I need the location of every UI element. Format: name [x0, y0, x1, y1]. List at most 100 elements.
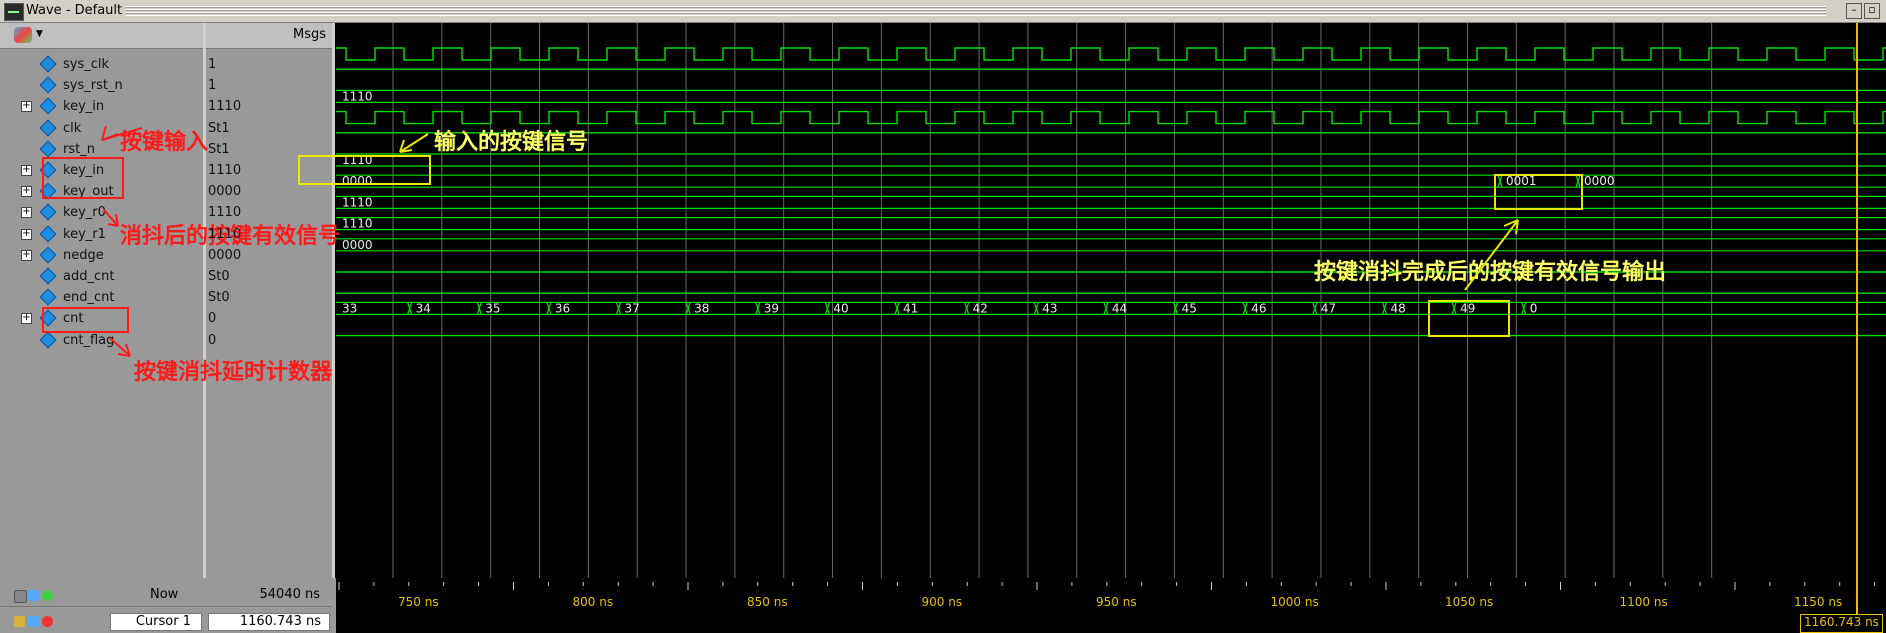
signal-value-row[interactable]: 0000 — [208, 245, 328, 266]
expand-icon[interactable]: + — [21, 249, 32, 261]
signal-value: 1110 — [208, 226, 242, 242]
cnt-bus-label: 41 — [903, 301, 918, 315]
edit-cursor-icon[interactable] — [28, 616, 39, 627]
signal-name: end_cnt — [63, 290, 115, 306]
signal-value-row[interactable]: 1 — [208, 54, 328, 75]
signal-value-row[interactable]: St0 — [208, 266, 328, 287]
minimize-icon[interactable]: – — [1846, 3, 1862, 19]
key-in-top-bus-label: 1110 — [342, 89, 373, 103]
cnt-bus-label: 38 — [694, 301, 709, 315]
signal-value: 1110 — [208, 205, 242, 221]
signal-value-row[interactable]: St1 — [208, 118, 328, 139]
ruler-tick-label: 1100 ns — [1620, 595, 1668, 609]
signal-value-row[interactable]: 1110 — [208, 96, 328, 117]
now-value: 54040 ns — [259, 587, 321, 602]
signal-name: clk — [63, 120, 82, 136]
ruler-tick-label: 750 ns — [398, 595, 439, 609]
signal-group-icon[interactable] — [14, 27, 32, 43]
lock-icon[interactable] — [14, 616, 25, 627]
signal-value-row[interactable]: 0 — [208, 308, 328, 329]
pane-divider[interactable] — [203, 23, 206, 633]
signal-name: key_in — [63, 99, 105, 115]
signal-value-row[interactable]: St1 — [208, 139, 328, 160]
cnt-bus-label: 36 — [555, 301, 570, 315]
highlight-box-cnt-49 — [1428, 300, 1510, 337]
signal-value-row[interactable]: 0000 — [208, 181, 328, 202]
expand-icon[interactable]: + — [21, 165, 32, 176]
zoom-icon[interactable] — [14, 590, 27, 603]
ruler-tick-label: 900 ns — [922, 595, 963, 609]
signal-diamond-icon — [39, 203, 57, 221]
restore-icon[interactable]: ▫ — [1864, 3, 1880, 19]
signal-row[interactable]: add_cnt — [0, 266, 203, 287]
name-pane-header: ▼ — [0, 23, 203, 49]
signal-name: key_r0 — [63, 205, 106, 221]
pane-divider[interactable] — [332, 23, 335, 633]
clk-wave — [336, 110, 1886, 125]
window-title: Wave - Default — [26, 3, 123, 18]
cnt-bus-label: 40 — [833, 301, 848, 315]
waveform-area[interactable]: 1110 1110 0000 0001 0000 1110 1110 0000 33 34 35 36… — [336, 23, 1886, 578]
nedge-bus-label: 0000 — [342, 238, 373, 252]
signal-value: 1110 — [208, 99, 242, 115]
sys-clk-wave — [336, 47, 1886, 61]
delete-cursor-icon[interactable] — [42, 616, 53, 627]
timeline-canvas[interactable]: 750 ns 800 ns 850 ns 900 ns 950 ns 1000 ns 105… — [336, 578, 1886, 633]
signal-value-row[interactable]: 1110 — [208, 202, 328, 223]
titlebar-grip[interactable] — [126, 6, 1826, 16]
cursor-value[interactable]: 1160.743 ns — [208, 613, 330, 631]
dropdown-arrow-icon[interactable]: ▼ — [36, 29, 43, 39]
signal-diamond-icon — [39, 119, 57, 137]
cnt-bus-label: 47 — [1321, 301, 1336, 315]
signal-value-row[interactable]: 0 — [208, 330, 328, 351]
cnt-bus-label: 34 — [416, 301, 431, 315]
waveform-canvas[interactable]: 111011100000 0001 000011101110000033 34 35 36… — [336, 23, 1886, 578]
highlight-box-key-out-pulse — [1494, 174, 1583, 210]
signal-value: St0 — [208, 290, 230, 306]
signal-diamond-icon — [39, 140, 57, 158]
grid-icon[interactable] — [28, 590, 39, 601]
add-cursor-icon[interactable] — [42, 590, 53, 601]
cnt-bus-label: 35 — [485, 301, 500, 315]
signal-value-row[interactable]: St0 — [208, 287, 328, 308]
signal-value: 0000 — [208, 247, 242, 263]
expand-icon[interactable]: + — [21, 101, 32, 113]
signal-row[interactable]: sys_rst_n — [0, 75, 203, 96]
expand-icon[interactable]: + — [21, 228, 32, 240]
key-out-bus-label: 0000 — [1584, 174, 1615, 188]
signal-value-row[interactable]: 1 — [208, 75, 328, 96]
signal-row[interactable]: sys_clk — [0, 54, 203, 75]
signal-diamond-icon — [39, 288, 57, 306]
ruler-tick-label: 1050 ns — [1445, 595, 1493, 609]
signal-diamond-icon — [39, 97, 57, 115]
signal-value: St1 — [208, 120, 230, 136]
cnt-bus-label: 45 — [1182, 301, 1197, 315]
signal-value: 1 — [208, 78, 217, 94]
signal-value: 0000 — [208, 184, 242, 200]
signal-diamond-icon — [39, 225, 57, 243]
signal-name: key_r1 — [63, 226, 106, 242]
expand-icon[interactable]: + — [21, 313, 32, 325]
signal-name: rst_n — [63, 141, 95, 157]
signal-value-row[interactable]: 1110 — [208, 224, 328, 245]
signal-name: cnt_flag — [63, 332, 115, 348]
signal-value-row[interactable]: 1110 — [208, 160, 328, 181]
signal-diamond-icon — [39, 246, 57, 264]
signal-diamond-icon — [39, 267, 57, 285]
cnt-bus-label: 42 — [973, 301, 988, 315]
signal-diamond-icon — [39, 55, 57, 73]
cursor-label[interactable]: Cursor 1 — [110, 613, 202, 631]
signal-row[interactable]: end_cnt — [0, 287, 203, 308]
expand-icon[interactable]: + — [21, 207, 32, 219]
cnt-bus-label: 44 — [1112, 301, 1127, 315]
signal-name: sys_rst_n — [63, 78, 123, 94]
expand-icon[interactable]: + — [21, 186, 32, 198]
window-titlebar: Wave - Default – ▫ — [0, 0, 1886, 23]
cursor-time-readout: 1160.743 ns — [1800, 614, 1883, 633]
timeline-ruler[interactable]: 750 ns 800 ns 850 ns 900 ns 950 ns 1000 ns 105… — [336, 578, 1886, 633]
annotation-delay-counter: 按键消抖延时计数器 — [134, 360, 333, 385]
signal-diamond-icon — [39, 331, 57, 349]
signal-row[interactable]: + key_in — [0, 96, 203, 117]
ruler-tick-label: 1000 ns — [1271, 595, 1319, 609]
signal-value: 1 — [208, 57, 217, 72]
